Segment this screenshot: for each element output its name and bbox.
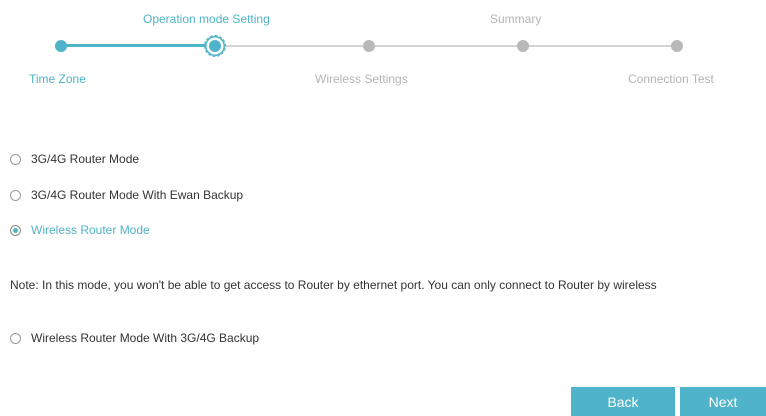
option-3g4g-router-mode[interactable]: 3G/4G Router Mode (10, 152, 139, 166)
radio-button-selected[interactable] (10, 224, 21, 236)
radio-button[interactable] (10, 332, 21, 344)
step-dot-wireless-settings (363, 39, 375, 52)
step-label-connection-test: Connection Test (628, 72, 714, 86)
option-label: Wireless Router Mode With 3G/4G Backup (31, 331, 260, 345)
option-wireless-router-3g4g-backup[interactable]: Wireless Router Mode With 3G/4G Backup (10, 331, 259, 345)
mode-note: Note: In this mode, you won't be able to… (10, 278, 657, 292)
radio-button[interactable] (10, 189, 21, 201)
step-dot-summary (517, 39, 529, 52)
option-label: 3G/4G Router Mode (31, 152, 140, 166)
step-dot-time-zone (55, 39, 67, 52)
setup-wizard: Operation mode Setting Summary Time Zone… (0, 0, 766, 416)
step-label-time-zone: Time Zone (29, 72, 86, 86)
step-label-wireless-settings: Wireless Settings (315, 72, 408, 86)
progress-track-completed (61, 44, 215, 47)
back-button[interactable]: Back (571, 387, 675, 416)
option-label: Wireless Router Mode (31, 223, 150, 237)
option-3g4g-router-ewan-backup[interactable]: 3G/4G Router Mode With Ewan Backup (10, 188, 243, 202)
next-button[interactable]: Next (680, 387, 766, 416)
radio-button[interactable] (10, 153, 21, 165)
step-label-operation-mode: Operation mode Setting (143, 12, 270, 26)
step-dot-operation-mode (204, 34, 226, 57)
step-dot-connection-test (671, 39, 683, 52)
option-label: 3G/4G Router Mode With Ewan Backup (31, 188, 244, 202)
step-label-summary: Summary (490, 12, 542, 26)
option-wireless-router-mode[interactable]: Wireless Router Mode (10, 223, 150, 237)
